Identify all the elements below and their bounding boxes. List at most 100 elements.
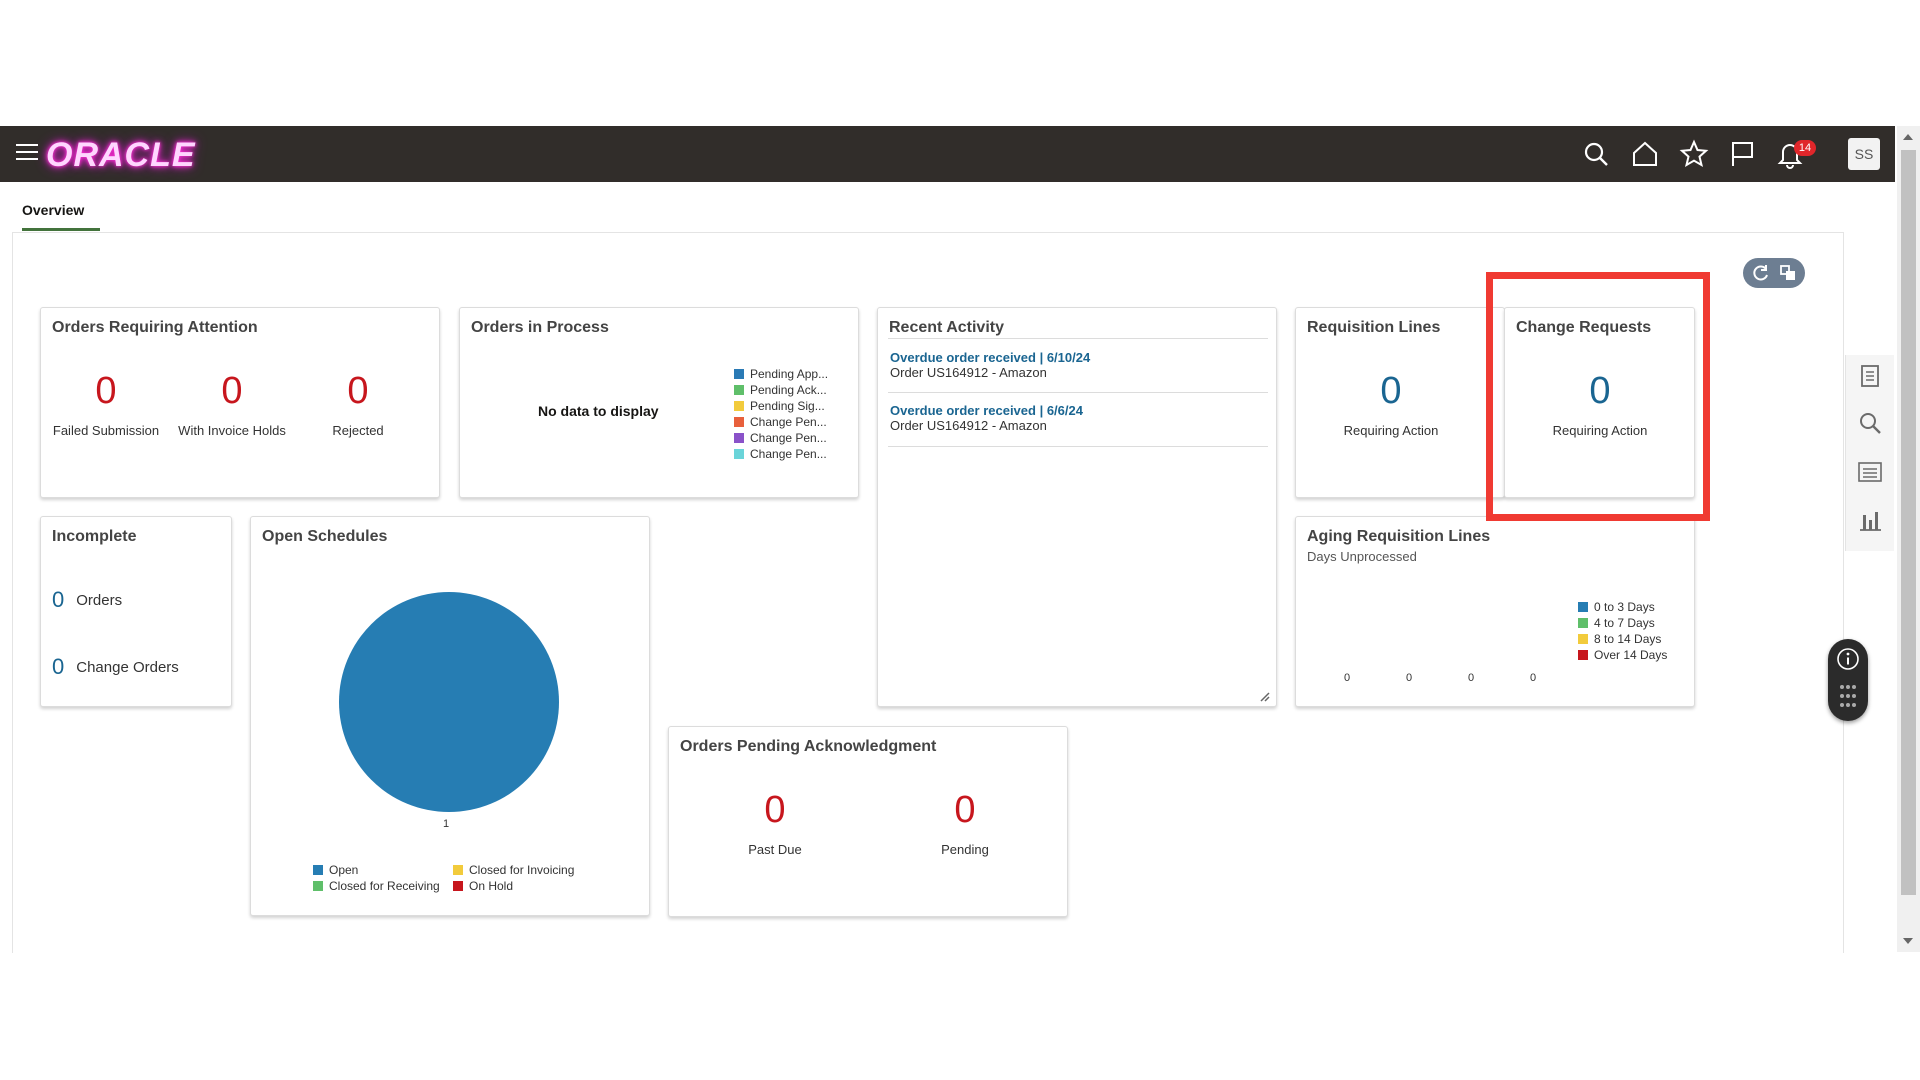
- card-title: Open Schedules: [262, 528, 388, 545]
- scroll-thumb[interactable]: [1901, 150, 1916, 895]
- orders-in-process-legend-item[interactable]: Pending App...: [734, 366, 828, 382]
- metric-failed-submission[interactable]: 0 Failed Submission: [46, 371, 166, 438]
- legend-swatch: [1578, 634, 1588, 644]
- aging-values: 0 0 0 0: [1344, 672, 1564, 688]
- legend-swatch: [1578, 650, 1588, 660]
- metric-value: 0: [764, 789, 786, 831]
- legend-swatch: [734, 449, 744, 459]
- metric-value: 0: [954, 789, 976, 831]
- legend-label: Change Pen...: [750, 431, 827, 445]
- card-recent-activity: Recent Activity Overdue order received |…: [877, 307, 1277, 707]
- global-header: ORACLE 14 SS: [0, 126, 1895, 182]
- refresh-icon[interactable]: [1750, 262, 1772, 284]
- page-scrollbar[interactable]: [1897, 126, 1920, 952]
- pie-slice-open[interactable]: [339, 592, 559, 812]
- user-avatar[interactable]: SS: [1848, 138, 1880, 170]
- divider: [888, 338, 1268, 339]
- orders-in-process-legend-item[interactable]: Change Pen...: [734, 414, 828, 430]
- incomplete-orders[interactable]: 0 Orders: [52, 587, 122, 613]
- legend-swatch: [734, 369, 744, 379]
- metric-with-invoice-holds[interactable]: 0 With Invoice Holds: [172, 371, 292, 438]
- aging-legend-item[interactable]: 0 to 3 Days: [1578, 599, 1667, 615]
- no-data-text: No data to display: [538, 403, 659, 419]
- list-icon[interactable]: [1857, 459, 1883, 485]
- metric-requiring-action[interactable]: 0 Requiring Action: [1316, 371, 1466, 438]
- card-title: Orders Pending Acknowledgment: [680, 738, 937, 755]
- metric-label: Past Due: [748, 842, 802, 857]
- open-schedules-pie: [339, 592, 559, 812]
- layout-icon[interactable]: [1777, 262, 1799, 284]
- resize-handle-icon[interactable]: [1258, 690, 1272, 704]
- drag-handle-icon[interactable]: [1838, 683, 1858, 709]
- metric-pending[interactable]: 0 Pending: [895, 790, 1035, 857]
- legend-label: Closed for Invoicing: [469, 863, 575, 877]
- search-panel-icon[interactable]: [1857, 410, 1883, 436]
- card-orders-pending-acknowledgment: Orders Pending Acknowledgment 0 Past Due…: [668, 726, 1068, 917]
- card-title: Orders in Process: [471, 319, 609, 336]
- orders-in-process-legend: Pending App... Pending Ack... Pending Sig.…: [734, 366, 828, 462]
- card-incomplete: Incomplete 0 Orders 0 Change Orders: [40, 516, 232, 707]
- legend-swatch: [734, 385, 744, 395]
- incomplete-label: Change Orders: [76, 659, 179, 676]
- legend-swatch: [453, 881, 463, 891]
- activity-link[interactable]: Overdue order received | 6/6/24: [890, 403, 1270, 418]
- card-title: Requisition Lines: [1307, 319, 1441, 336]
- legend-label: On Hold: [469, 879, 514, 893]
- legend-label: Change Pen...: [750, 415, 827, 429]
- card-orders-in-process: Orders in Process No data to display Pen…: [459, 307, 859, 498]
- legend-swatch: [313, 881, 323, 891]
- card-title: Aging Requisition Lines: [1307, 528, 1491, 545]
- search-icon[interactable]: [1581, 139, 1611, 169]
- legend-label: 0 to 3 Days: [1594, 600, 1655, 614]
- orders-in-process-legend-item[interactable]: Pending Sig...: [734, 398, 828, 414]
- bar-chart-icon[interactable]: [1857, 507, 1883, 533]
- card-requisition-lines: Requisition Lines 0 Requiring Action: [1295, 307, 1505, 498]
- aging-value-label: 0: [1344, 672, 1351, 684]
- legend-swatch: [453, 865, 463, 875]
- metric-label: With Invoice Holds: [178, 423, 286, 438]
- incomplete-value: 0: [52, 654, 65, 679]
- navigator-menu-icon[interactable]: [16, 144, 38, 162]
- open-schedules-legend-item[interactable]: Closed for Receiving: [313, 878, 453, 894]
- orders-in-process-legend-item[interactable]: Change Pen...: [734, 430, 828, 446]
- tab-overview[interactable]: Overview: [20, 202, 86, 226]
- open-schedules-legend-item[interactable]: Closed for Invoicing: [453, 862, 593, 878]
- metric-value: 0: [221, 370, 243, 412]
- right-panel-rail: [1845, 355, 1894, 551]
- oracle-logo[interactable]: ORACLE: [46, 136, 196, 175]
- legend-label: Pending Ack...: [750, 383, 827, 397]
- guided-help-widget[interactable]: [1828, 639, 1868, 721]
- aging-value-label: 0: [1406, 672, 1413, 684]
- incomplete-change-orders[interactable]: 0 Change Orders: [52, 654, 179, 680]
- home-icon[interactable]: [1630, 139, 1660, 169]
- tab-overview-underline: [22, 228, 100, 231]
- metric-value: 0: [1380, 370, 1402, 412]
- orders-in-process-legend-item[interactable]: Pending Ack...: [734, 382, 828, 398]
- metric-past-due[interactable]: 0 Past Due: [705, 790, 845, 857]
- metric-rejected[interactable]: 0 Rejected: [298, 371, 418, 438]
- pie-data-label: 1: [443, 818, 450, 830]
- info-icon[interactable]: [1836, 647, 1860, 671]
- divider: [888, 392, 1268, 393]
- activity-item: Overdue order received | 6/10/24 Order U…: [890, 350, 1270, 380]
- watchlist-flag-icon[interactable]: [1727, 139, 1757, 169]
- legend-label: Pending Sig...: [750, 399, 825, 413]
- activity-text: Order US164912 - Amazon: [890, 365, 1047, 380]
- orders-in-process-legend-item[interactable]: Change Pen...: [734, 446, 828, 462]
- scroll-down-arrow-icon[interactable]: [1903, 938, 1913, 944]
- card-title: Orders Requiring Attention: [52, 319, 258, 336]
- scroll-up-arrow-icon[interactable]: [1903, 134, 1913, 140]
- open-schedules-legend-item[interactable]: Open: [313, 862, 453, 878]
- legend-swatch: [734, 401, 744, 411]
- aging-legend-item[interactable]: Over 14 Days: [1578, 647, 1667, 663]
- card-orders-requiring-attention: Orders Requiring Attention 0 Failed Subm…: [40, 307, 440, 498]
- open-schedules-legend-item[interactable]: On Hold: [453, 878, 593, 894]
- document-icon[interactable]: [1857, 363, 1883, 389]
- activity-link[interactable]: Overdue order received | 6/10/24: [890, 350, 1270, 365]
- aging-legend-item[interactable]: 8 to 14 Days: [1578, 631, 1667, 647]
- favorites-star-icon[interactable]: [1679, 139, 1709, 169]
- aging-legend-item[interactable]: 4 to 7 Days: [1578, 615, 1667, 631]
- legend-swatch: [313, 865, 323, 875]
- aging-value-label: 0: [1530, 672, 1537, 684]
- open-schedules-legend: Open Closed for Invoicing Closed for Recei…: [313, 862, 603, 894]
